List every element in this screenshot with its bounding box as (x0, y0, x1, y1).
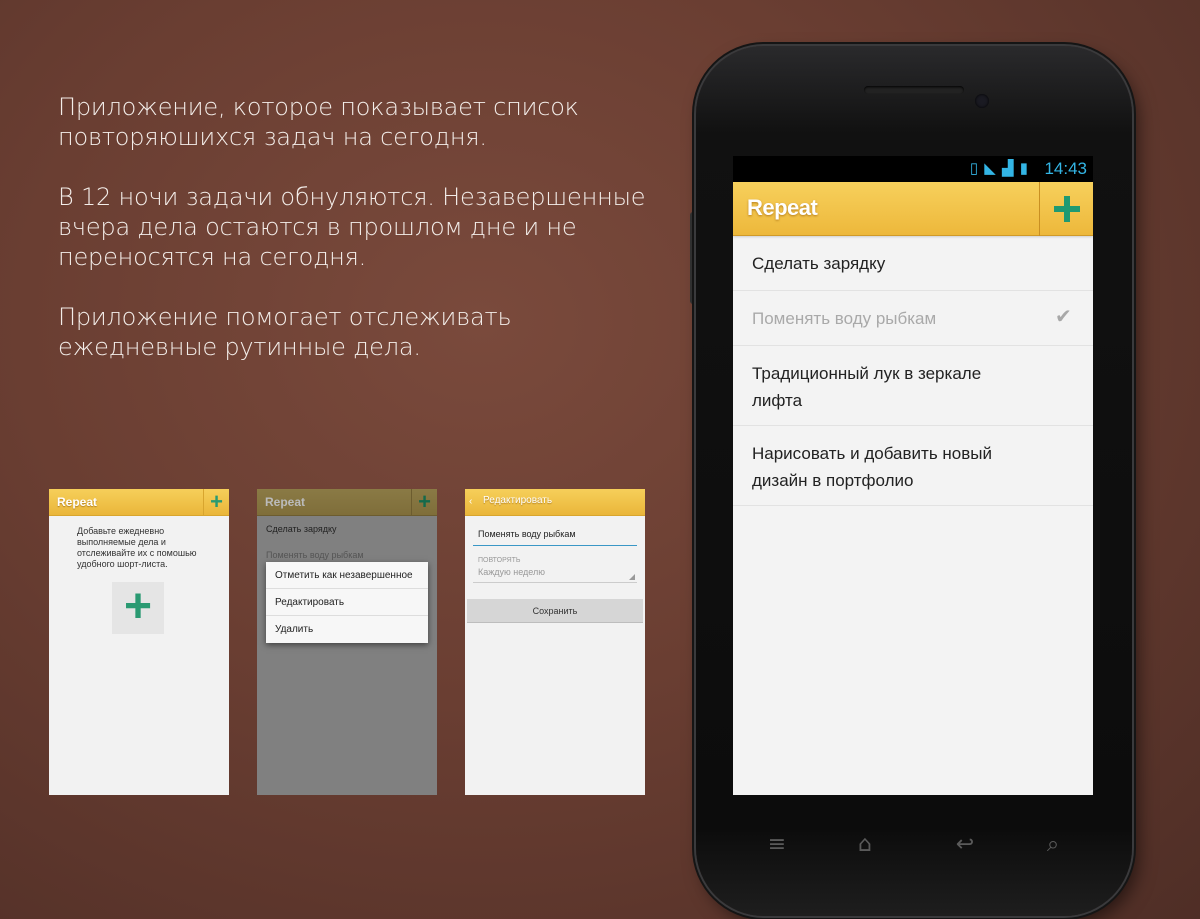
task-name-input[interactable]: Поменять воду рыбкам (473, 526, 637, 546)
menu-item-delete[interactable]: Удалить (266, 616, 428, 643)
menu-item-edit[interactable]: Редактировать (266, 589, 428, 616)
mini-app-bar: Repeat + (257, 489, 437, 516)
empty-state-text: Добавьте ежедневно выполняемые дела и от… (77, 526, 197, 569)
mini-app-title: Редактировать (483, 495, 553, 506)
clock: 14:43 (1044, 159, 1087, 178)
mini-add-icon[interactable]: + (203, 489, 229, 516)
screenshot-empty-state: Repeat + Добавьте ежедневно выполняемые … (49, 489, 229, 795)
save-button[interactable]: Сохранить (467, 599, 643, 623)
task-item[interactable]: Нарисовать и добавить новый дизайн в пор… (733, 426, 1093, 506)
earpiece-speaker (864, 86, 964, 94)
back-icon[interactable]: ‹ (469, 496, 481, 508)
status-icons: ▯ ◣ ▟ ▮ (970, 159, 1029, 177)
dropdown-triangle-icon (629, 574, 635, 580)
task-label: Традиционный лук в зеркале лифта (752, 364, 982, 410)
app-bar: Repeat (733, 182, 1093, 236)
repeat-select-value: Каждую неделю (478, 567, 546, 577)
task-item[interactable]: Сделать зарядку (733, 236, 1093, 291)
task-label: Нарисовать и добавить новый дизайн в пор… (752, 444, 992, 490)
navigation-bar: ≡ ⌂ ↩ ⌕ (733, 818, 1093, 874)
back-icon[interactable]: ↩ (950, 832, 980, 858)
status-bar: ▯ ◣ ▟ ▮ 14:43 (733, 156, 1093, 182)
screenshot-context-menu: Repeat + Сделать зарядку Поменять воду р… (257, 489, 437, 795)
task-label: Поменять воду рыбкам (752, 309, 937, 328)
search-icon[interactable]: ⌕ (1038, 832, 1068, 858)
app-title: Repeat (747, 195, 818, 220)
task-item[interactable]: Традиционный лук в зеркале лифта (733, 346, 1093, 426)
task-label: Сделать зарядку (752, 254, 886, 273)
menu-item-mark-incomplete[interactable]: Отметить как незавершенное (266, 562, 428, 589)
repeat-label: ПОВТОРЯТЬ (478, 557, 521, 564)
description-paragraph-3: Приложение помогает отслеживать ежедневн… (58, 303, 512, 361)
mini-app-bar: ‹ Редактировать (465, 489, 645, 516)
description-paragraph-1: Приложение, которое показывает список по… (58, 93, 579, 151)
task-item-done[interactable]: Поменять воду рыбкам ✔ (733, 291, 1093, 346)
signal-icon: ▟ (1002, 160, 1015, 177)
add-task-button[interactable] (1039, 182, 1093, 236)
app-screen: Repeat Сделать зарядку Поменять воду рыб… (733, 182, 1093, 795)
mini-task-row: Поменять воду рыбкам (266, 550, 364, 560)
context-menu: Отметить как незавершенное Редактировать… (266, 562, 428, 643)
mini-app-bar: Repeat + (49, 489, 229, 516)
repeat-select[interactable]: Каждую неделю (473, 567, 637, 583)
mini-add-icon[interactable]: + (411, 489, 437, 516)
mini-app-title: Repeat (265, 495, 306, 509)
big-add-button[interactable]: + (112, 582, 164, 634)
front-camera (975, 94, 989, 108)
checkmark-icon: ✔ (1055, 306, 1072, 328)
wifi-icon: ◣ (984, 160, 997, 177)
menu-icon[interactable]: ≡ (762, 832, 792, 858)
home-icon[interactable]: ⌂ (850, 832, 880, 858)
description: Приложение, которое показывает список по… (58, 92, 658, 392)
vibrate-icon: ▯ (969, 160, 980, 177)
battery-icon: ▮ (1019, 160, 1029, 177)
mini-app-title: Repeat (57, 495, 98, 509)
mini-task-row: Сделать зарядку (266, 524, 337, 534)
task-list: Сделать зарядку Поменять воду рыбкам ✔ Т… (733, 236, 1093, 506)
description-paragraph-2: В 12 ночи задачи обнуляются. Незавершенн… (58, 183, 646, 271)
screenshot-edit-form: ‹ Редактировать Поменять воду рыбкам ПОВ… (465, 489, 645, 795)
